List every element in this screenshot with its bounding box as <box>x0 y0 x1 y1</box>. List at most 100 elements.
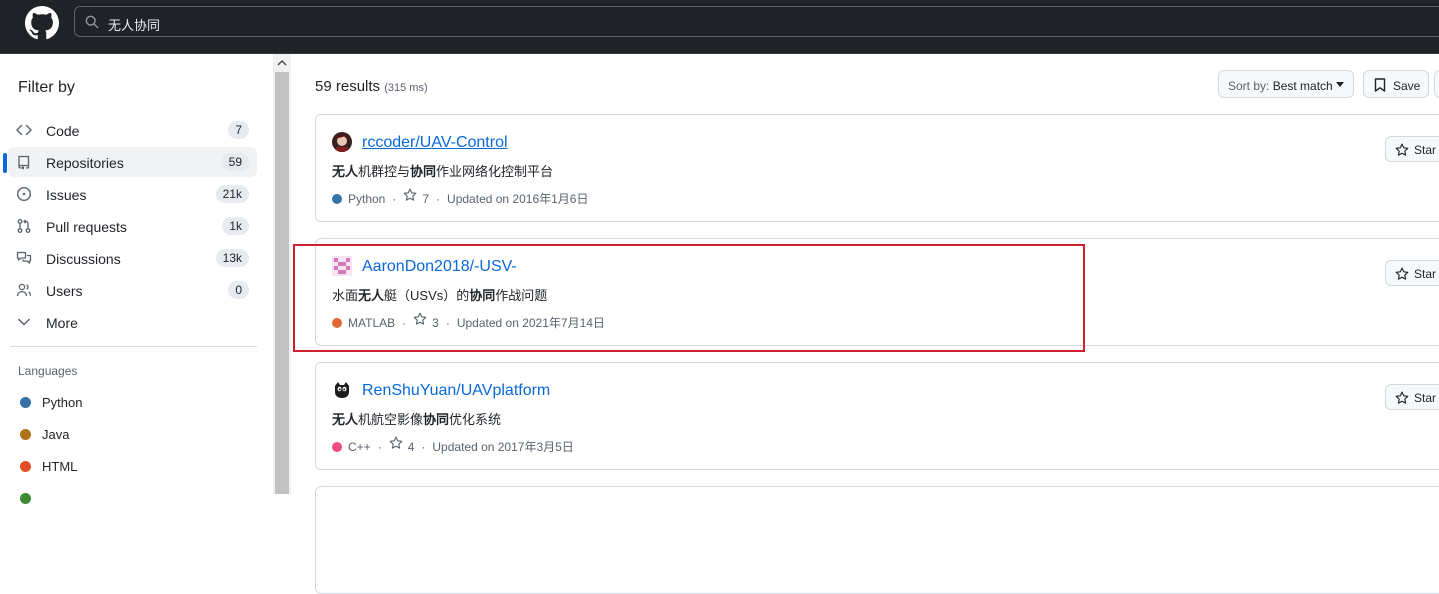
language-label: HTML <box>42 459 78 474</box>
search-icon <box>85 15 99 29</box>
sidebar-item-users[interactable]: Users 0 <box>8 275 257 305</box>
results-count: 59 results (315 ms) <box>315 78 428 95</box>
sidebar-item-issues[interactable]: Issues 21k <box>8 179 257 209</box>
repo-icon <box>18 155 30 170</box>
filter-sidebar: Filter by Code 7 Repositories 59 Issues … <box>0 54 273 504</box>
count-badge: 0 <box>228 281 249 299</box>
star-label: Star <box>1414 143 1437 157</box>
avatar[interactable] <box>332 132 352 152</box>
issue-icon <box>16 186 32 202</box>
meta-separator: · <box>436 191 441 206</box>
repo-meta: C++ · 4 · Updated on 2017年3月5日 <box>332 436 574 455</box>
avatar[interactable] <box>332 380 352 400</box>
sidebar-item-discussions[interactable]: Discussions 13k <box>8 243 257 273</box>
top-header: 无人协同 <box>0 0 1439 54</box>
chevron-down-icon <box>18 318 30 326</box>
repo-language: C++ <box>348 439 371 454</box>
language-color-dot <box>20 397 31 408</box>
language-color-dot <box>20 429 31 440</box>
sidebar-item-label: Pull requests <box>46 219 127 235</box>
scroll-up-arrow-icon[interactable] <box>273 54 291 72</box>
description-text: 作业网络化控制平台 <box>436 164 554 179</box>
updated-date: Updated on 2016年1月6日 <box>447 192 589 207</box>
repo-result-card: RenShuYuan/UAVplatform 无人机航空影像协同优化系统 C++… <box>315 362 1439 470</box>
highlighted-match-text: 协同 <box>423 412 450 427</box>
sidebar-item-repositories[interactable]: Repositories 59 <box>3 147 257 177</box>
count-badge: 7 <box>228 121 249 139</box>
search-results: 59 results (315 ms) Sort by: Best match … <box>291 54 1439 594</box>
search-input[interactable]: 无人协同 <box>74 6 1439 37</box>
sidebar-item-label: Code <box>46 123 80 139</box>
sidebar-item-pull-requests[interactable]: Pull requests 1k <box>8 211 257 241</box>
sidebar-item-label: Issues <box>46 187 87 203</box>
owner-avatar-image <box>332 380 352 400</box>
highlighted-match-text: 无人 <box>332 412 359 427</box>
caret-down-icon <box>1336 82 1344 87</box>
more-options-button[interactable] <box>1434 70 1439 98</box>
highlighted-match-text: 协同 <box>410 164 437 179</box>
save-search-button[interactable]: Save <box>1363 70 1429 98</box>
star-button[interactable]: Star <box>1385 260 1439 286</box>
sidebar-item-label: Users <box>46 283 83 299</box>
star-button[interactable]: Star <box>1385 136 1439 162</box>
star-button[interactable]: Star <box>1385 384 1439 410</box>
description-text: 机群控与 <box>358 164 411 179</box>
repo-meta: Python · 7 · Updated on 2016年1月6日 <box>332 188 589 207</box>
star-label: Star <box>1414 391 1437 405</box>
star-count[interactable]: 7 <box>422 192 429 206</box>
star-icon[interactable] <box>389 436 403 450</box>
language-label: Python <box>42 395 83 410</box>
language-color-dot <box>332 193 342 204</box>
sort-label: Sort by: <box>1228 79 1270 93</box>
updated-date: Updated on 2017年3月5日 <box>432 440 574 455</box>
star-icon[interactable] <box>403 188 417 202</box>
code-icon <box>16 124 32 136</box>
scrollbar-thumb[interactable] <box>275 72 289 494</box>
repo-result-card <box>315 486 1439 594</box>
filter-by-heading: Filter by <box>18 79 75 96</box>
star-count[interactable]: 4 <box>408 440 415 454</box>
people-icon <box>16 283 32 297</box>
repo-description: 无人机航空影像协同优化系统 <box>332 409 501 428</box>
meta-separator: · <box>377 439 382 454</box>
sidebar-item-label: Repositories <box>46 155 124 171</box>
count-badge: 21k <box>215 185 249 203</box>
languages-heading: Languages <box>18 364 78 378</box>
repo-name-link[interactable]: RenShuYuan/UAVplatform <box>362 382 550 400</box>
meta-separator: · <box>421 439 426 454</box>
search-query-text: 无人协同 <box>108 18 161 33</box>
owner-avatar-image <box>332 132 352 152</box>
sidebar-item-label: More <box>46 315 78 331</box>
language-color-dot <box>20 461 31 472</box>
count-badge: 13k <box>215 249 249 267</box>
sort-label-wrap: Sort by: Best match <box>1228 79 1333 93</box>
star-icon <box>1395 267 1409 280</box>
star-icon <box>1395 391 1409 404</box>
highlight-box <box>293 244 1085 352</box>
sidebar-item-label: Discussions <box>46 251 121 267</box>
sidebar-scrollbar[interactable] <box>273 54 291 494</box>
repo-description: 无人机群控与协同作业网络化控制平台 <box>332 161 553 180</box>
meta-separator: · <box>392 191 397 206</box>
sort-value: Best match <box>1272 79 1333 93</box>
repo-language: Python <box>348 191 386 206</box>
description-text: 优化系统 <box>449 412 502 427</box>
bookmark-icon <box>1374 78 1386 92</box>
language-label: Java <box>42 427 70 442</box>
sort-dropdown[interactable]: Sort by: Best match <box>1218 70 1354 98</box>
description-text: 机航空影像 <box>358 412 424 427</box>
language-color-dot <box>332 441 342 452</box>
sidebar-divider <box>10 346 257 347</box>
sidebar-item-more[interactable]: More <box>8 307 257 337</box>
count-badge: 1k <box>222 217 249 235</box>
repo-result-card: rccoder/UAV-Control 无人机群控与协同作业网络化控制平台 Py… <box>315 114 1439 222</box>
sidebar-item-code[interactable]: Code 7 <box>8 115 257 145</box>
count-badge: 59 <box>221 153 249 171</box>
pull-request-icon <box>17 219 31 233</box>
star-icon <box>1395 143 1409 156</box>
github-logo-icon[interactable] <box>25 6 59 40</box>
repo-name-link[interactable]: rccoder/UAV-Control <box>362 134 508 152</box>
discussions-icon <box>16 251 32 264</box>
highlighted-match-text: 无人 <box>332 164 359 179</box>
results-time: (315 ms) <box>384 82 428 94</box>
